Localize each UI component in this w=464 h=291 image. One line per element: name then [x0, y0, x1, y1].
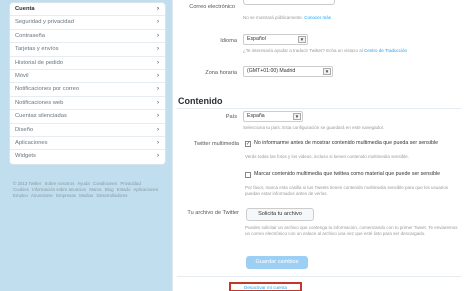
sidebar-item-mobile[interactable]: Móvil ›: [10, 70, 165, 84]
footer-link[interactable]: Blog: [105, 187, 114, 192]
footer-link[interactable]: Marca: [89, 187, 101, 192]
footer-link[interactable]: Condiciones: [93, 181, 117, 186]
sidebar-item-label: Aplicaciones: [15, 139, 48, 146]
footer-link[interactable]: Desarrolladores: [96, 193, 127, 198]
sidebar-item-label: Seguridad y privacidad: [15, 19, 74, 26]
footer-link[interactable]: Sobre nosotros: [45, 181, 75, 186]
country-select[interactable]: España ▼: [243, 111, 303, 122]
sidebar-item-cuenta[interactable]: Cuenta ›: [10, 3, 165, 17]
deactivate-account-link[interactable]: Desactivar mi cuenta: [229, 282, 302, 291]
footer-link[interactable]: Anunciarse: [31, 193, 53, 198]
chevron-right-icon: ›: [157, 139, 159, 146]
language-select[interactable]: Español ▼: [243, 34, 308, 45]
section-divider: [177, 108, 461, 109]
chevron-right-icon: ›: [157, 86, 159, 93]
section-divider: [177, 276, 461, 277]
country-help: Selecciona tu país. Esta configuración s…: [243, 125, 385, 130]
email-help: No se mostrará públicamente. Conocer más: [243, 15, 332, 20]
footer-link[interactable]: Estado: [117, 187, 131, 192]
sidebar-item-label: Contraseña: [15, 32, 45, 39]
sidebar-item-label: Notificaciones web: [15, 99, 64, 106]
dropdown-arrow-icon: ▼: [298, 36, 306, 43]
sidebar-item-label: Cuenta: [15, 6, 35, 12]
chevron-right-icon: ›: [157, 6, 159, 12]
chevron-right-icon: ›: [157, 19, 159, 26]
sidebar-item-web-notifications[interactable]: Notificaciones web ›: [10, 97, 165, 111]
media-label: Twitter multimedia: [193, 141, 239, 147]
footer-link[interactable]: Empresas: [56, 193, 76, 198]
language-value: Español: [247, 36, 266, 42]
sidebar-item-label: Diseño: [15, 126, 34, 133]
footer-link[interactable]: Cookies: [13, 187, 29, 192]
sidebar-item-design[interactable]: Diseño ›: [10, 124, 165, 137]
footer-link[interactable]: Aplicaciones: [133, 187, 158, 192]
chevron-right-icon: ›: [157, 46, 159, 53]
sensitive-media-checkbox[interactable]: ✓: [245, 141, 251, 147]
sidebar-item-cards[interactable]: Tarjetas y envíos ›: [10, 43, 165, 57]
request-archive-button[interactable]: Solicita tu archivo: [246, 208, 314, 221]
footer-link[interactable]: Ayuda: [77, 181, 89, 186]
chevron-right-icon: ›: [157, 113, 159, 120]
timezone-select[interactable]: (GMT+01:00) Madrid ▼: [243, 66, 333, 77]
chevron-right-icon: ›: [157, 72, 159, 79]
sidebar-item-label: Notificaciones por correo: [15, 86, 80, 93]
mark-media-option: Marcar contenido multimedia que twittea …: [254, 171, 441, 177]
dropdown-arrow-icon: ▼: [293, 113, 301, 120]
chevron-right-icon: ›: [157, 59, 159, 66]
sidebar-item-apps[interactable]: Aplicaciones ›: [10, 137, 165, 151]
mark-media-help: Por favor, marca esta casilla si tus Twe…: [245, 185, 449, 196]
email-field[interactable]: [243, 0, 335, 5]
footer-links: © 2013 Twitter Sobre nosotros Ayuda Cond…: [13, 181, 161, 199]
language-help: ¿Te interesaría ayudar a traducir Twitte…: [243, 48, 408, 53]
country-label: País: [225, 114, 237, 120]
chevron-right-icon: ›: [157, 99, 159, 106]
footer-link[interactable]: Medios: [79, 193, 93, 198]
translation-center-link[interactable]: Centro de Traducción: [364, 48, 407, 53]
sensitive-media-option: No informarme antes de mostrar contenido…: [254, 140, 439, 146]
sidebar-item-label: Móvil: [15, 72, 29, 79]
sensitive-media-help: Verás todas las fotos y los videos, incl…: [245, 154, 409, 159]
footer-link[interactable]: Privacidad: [120, 181, 141, 186]
mark-media-checkbox[interactable]: [245, 172, 251, 178]
sidebar-item-security[interactable]: Seguridad y privacidad ›: [10, 16, 165, 30]
footer-link[interactable]: Empleo: [13, 193, 28, 198]
sidebar-item-password[interactable]: Contraseña ›: [10, 30, 165, 44]
chevron-right-icon: ›: [157, 32, 159, 39]
sidebar-item-label: Historial de pedido: [15, 59, 64, 66]
settings-main: Correo electrónico No se mostrará públic…: [172, 0, 464, 291]
archive-help: Puedes solicitar un archivo que contenga…: [245, 225, 458, 236]
timezone-label: Zona horaria: [205, 70, 237, 76]
settings-nav: Cuenta › Seguridad y privacidad › Contrase…: [9, 2, 166, 165]
timezone-value: (GMT+01:00) Madrid: [247, 68, 296, 74]
dropdown-arrow-icon: ▼: [323, 68, 331, 75]
sidebar-item-label: Cuentas silenciadas: [15, 113, 67, 120]
save-changes-button[interactable]: Guardar cambios: [246, 256, 308, 269]
country-value: España: [247, 113, 265, 119]
sidebar-item-widgets[interactable]: Widgets ›: [10, 150, 165, 163]
content-heading: Contenido: [178, 96, 223, 106]
chevron-right-icon: ›: [157, 126, 159, 133]
sidebar-item-muted[interactable]: Cuentas silenciadas ›: [10, 110, 165, 124]
footer-link[interactable]: Información sobre anuncios: [32, 187, 86, 192]
sidebar-item-email-notifications[interactable]: Notificaciones por correo ›: [10, 83, 165, 97]
email-label: Correo electrónico: [189, 4, 235, 10]
footer-copyright: © 2013 Twitter: [13, 181, 42, 186]
sidebar-item-label: Tarjetas y envíos: [15, 46, 59, 53]
archive-label: Tu archivo de Twitter: [187, 210, 239, 216]
settings-sidebar: Cuenta › Seguridad y privacidad › Contrase…: [0, 0, 168, 291]
chevron-right-icon: ›: [157, 153, 159, 160]
learn-more-link[interactable]: Conocer más: [304, 15, 331, 20]
sidebar-item-orders[interactable]: Historial de pedido ›: [10, 57, 165, 70]
language-label: Idioma: [220, 38, 237, 44]
sidebar-item-label: Widgets: [15, 153, 36, 160]
